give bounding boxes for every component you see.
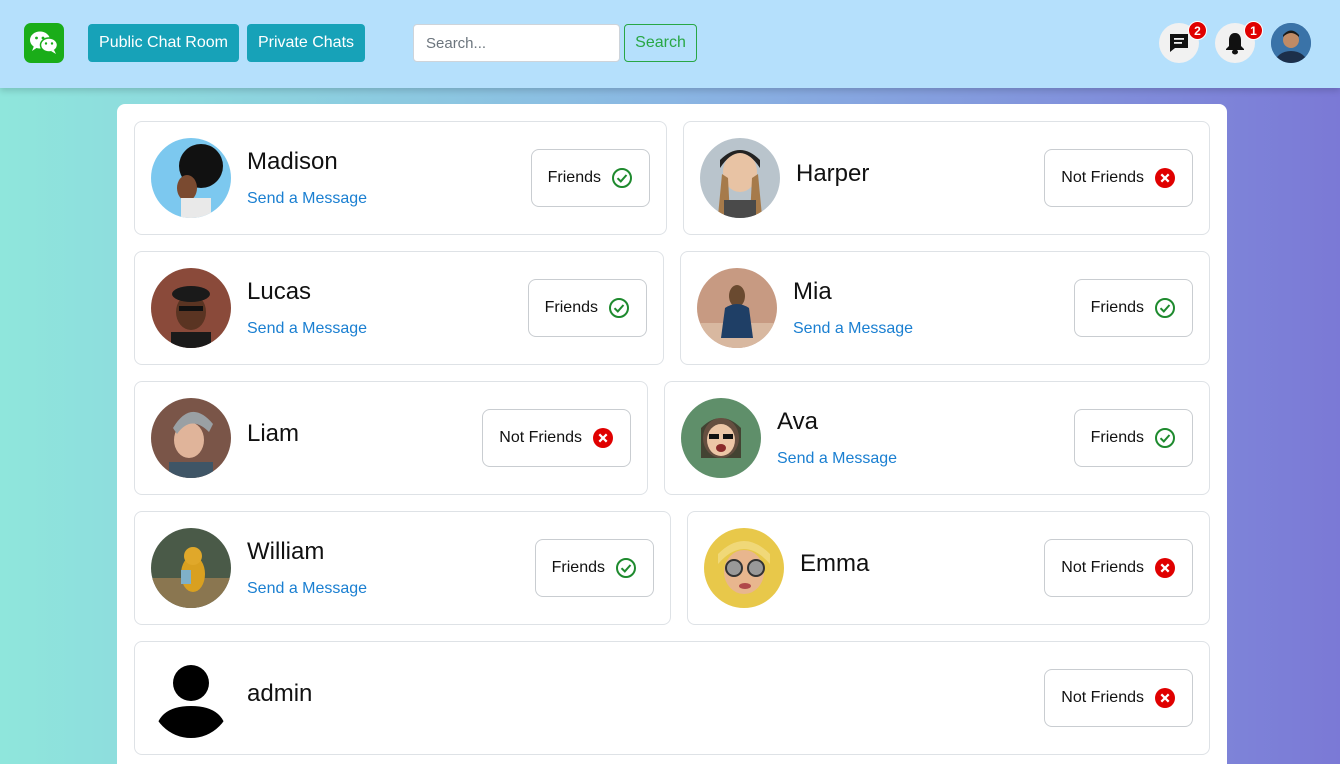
send-message-link[interactable]: Send a Message [777, 450, 897, 468]
send-message-link[interactable]: Send a Message [793, 320, 913, 338]
avatar [151, 398, 231, 478]
user-card: Madison Send a Message Friends [134, 121, 667, 235]
notifications-button[interactable]: 1 [1215, 21, 1263, 63]
user-name: Lucas [247, 278, 312, 305]
user-card: admin Not Friends [134, 641, 1210, 755]
check-circle-icon [1155, 428, 1175, 448]
friend-status-label: Not Friends [1061, 559, 1144, 576]
friend-status-button[interactable]: Not Friends [1044, 149, 1193, 207]
user-card: Lucas Send a Message Friends [134, 251, 664, 365]
user-card: William Send a Message Friends [134, 511, 671, 625]
send-message-link[interactable]: Send a Message [247, 190, 367, 208]
user-card: Emma Not Friends [687, 511, 1210, 625]
avatar [151, 528, 231, 608]
user-name: Liam [247, 420, 300, 447]
check-circle-icon [616, 558, 636, 578]
friend-status-button[interactable]: Friends [534, 539, 654, 597]
friend-status-label: Friends [551, 559, 605, 576]
avatar [697, 268, 777, 348]
friend-status-label: Not Friends [499, 429, 582, 446]
user-name: Harper [796, 160, 870, 187]
navbar: Public Chat Room Private Chats Search 2 … [0, 0, 1340, 88]
user-avatar[interactable] [1271, 23, 1311, 63]
x-circle-icon [1155, 168, 1175, 188]
default-user-icon [151, 658, 231, 738]
search-input[interactable] [413, 24, 620, 62]
x-circle-icon [1155, 688, 1175, 708]
friend-status-button[interactable]: Friends [530, 149, 650, 207]
user-card: Liam Not Friends [134, 381, 648, 495]
friend-status-label: Friends [547, 169, 601, 186]
avatar [151, 138, 231, 218]
user-name: Emma [800, 550, 870, 577]
x-circle-icon [593, 428, 613, 448]
private-chats-button[interactable]: Private Chats [247, 24, 365, 62]
users-container: Madison Send a Message Friends Harper No… [117, 104, 1227, 764]
user-name: William [247, 538, 325, 565]
bell-icon [1226, 33, 1244, 55]
check-circle-icon [1155, 298, 1175, 318]
send-message-link[interactable]: Send a Message [247, 580, 367, 598]
avatar [681, 398, 761, 478]
friend-status-button[interactable]: Not Friends [482, 409, 631, 467]
user-name: Madison [247, 148, 338, 175]
notifications-badge: 1 [1244, 21, 1263, 40]
user-card: Mia Send a Message Friends [680, 251, 1210, 365]
wechat-logo-icon[interactable] [24, 23, 64, 63]
user-name: admin [247, 680, 313, 707]
friend-status-label: Friends [1090, 429, 1144, 446]
user-card: Ava Send a Message Friends [664, 381, 1210, 495]
user-card: Harper Not Friends [683, 121, 1210, 235]
user-name: Ava [777, 408, 818, 435]
messages-button[interactable]: 2 [1159, 21, 1207, 63]
friend-status-label: Not Friends [1061, 689, 1144, 706]
friend-status-button[interactable]: Not Friends [1044, 539, 1193, 597]
message-icon [1170, 34, 1188, 52]
friend-status-label: Not Friends [1061, 169, 1144, 186]
avatar [700, 138, 780, 218]
friend-status-label: Friends [544, 299, 598, 316]
public-chat-room-button[interactable]: Public Chat Room [88, 24, 239, 62]
search-button[interactable]: Search [624, 24, 697, 62]
friend-status-button[interactable]: Friends [1073, 279, 1193, 337]
friend-status-button[interactable]: Friends [527, 279, 647, 337]
send-message-link[interactable]: Send a Message [247, 320, 367, 338]
check-circle-icon [609, 298, 629, 318]
messages-badge: 2 [1188, 21, 1207, 40]
avatar [151, 268, 231, 348]
x-circle-icon [1155, 558, 1175, 578]
check-circle-icon [612, 168, 632, 188]
avatar [704, 528, 784, 608]
friend-status-label: Friends [1090, 299, 1144, 316]
friend-status-button[interactable]: Friends [1073, 409, 1193, 467]
user-name: Mia [793, 278, 832, 305]
friend-status-button[interactable]: Not Friends [1044, 669, 1193, 727]
